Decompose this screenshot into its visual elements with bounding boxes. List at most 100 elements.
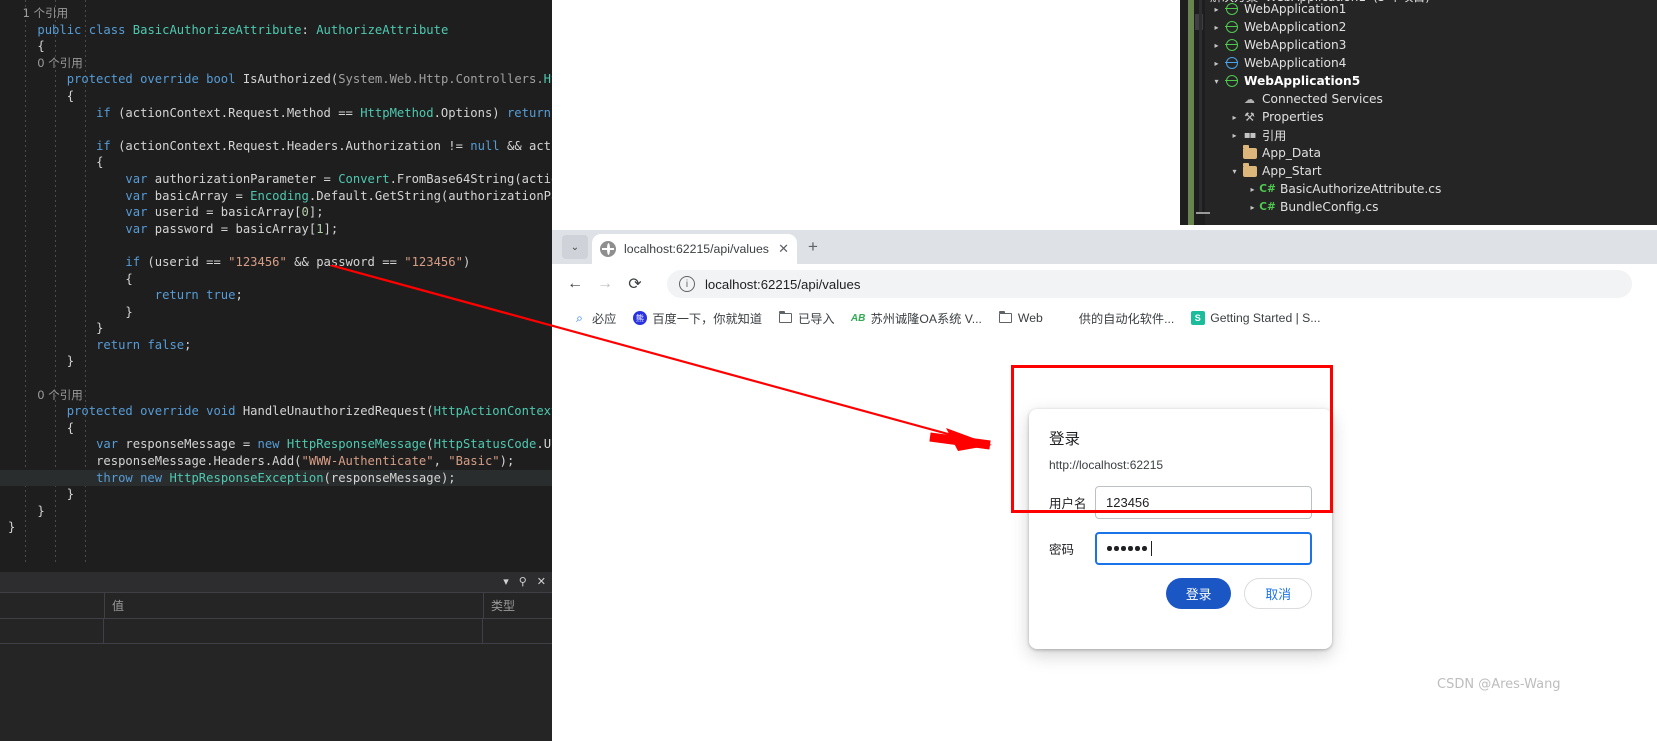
bookmarks-bar[interactable]: ⌕ 必应熊百度一下，你就知道 已导入 AB 苏州诚隆OA系统 V... Web 供的自动化软… (552, 304, 1657, 332)
password-field-row: 密码 (1049, 532, 1312, 565)
solution-tree-item[interactable]: ▸ WebApplication2 (1210, 18, 1657, 36)
solution-tree-item[interactable]: ▸ C# BundleConfig.cs (1210, 198, 1657, 216)
scroll-bottom-marker (1196, 212, 1210, 214)
none (1059, 311, 1074, 326)
chevron-right-icon[interactable]: ▸ (1210, 41, 1223, 50)
chevron-right-icon[interactable]: ▸ (1210, 5, 1223, 14)
solution-tree-item-label: WebApplication4 (1244, 56, 1347, 70)
bookmark-item[interactable]: 已导入 (770, 307, 843, 329)
chevron-right-icon[interactable]: ▸ (1246, 203, 1259, 212)
back-button[interactable]: ← (560, 275, 590, 293)
chevron-right-icon[interactable]: ▸ (1210, 59, 1223, 68)
solution-tree-item[interactable]: ▸ ⚒ Properties (1210, 108, 1657, 126)
web-project-icon (1223, 3, 1240, 15)
login-submit-button[interactable]: 登录 (1165, 578, 1232, 609)
gs-icon: S (1190, 311, 1205, 326)
close-icon[interactable]: ✕ (537, 576, 546, 588)
solution-tree-item[interactable]: ▸ WebApplication1 (1210, 0, 1657, 18)
debug-col-value: 值 (112, 599, 125, 613)
dialog-title: 登录 (1049, 430, 1081, 448)
password-label: 密码 (1049, 542, 1075, 557)
code-line: var password = basicArray[1]; (125, 221, 339, 236)
code-line: var basicArray = Encoding.Default.GetStr… (125, 188, 552, 203)
login-cancel-button[interactable]: 取消 (1244, 578, 1312, 609)
bookmark-item[interactable]: 熊百度一下，你就知道 (624, 307, 770, 329)
chevron-right-icon[interactable]: ▸ (1210, 23, 1223, 32)
bookmark-item[interactable]: 供的自动化软件... (1051, 307, 1182, 329)
solution-tree-item[interactable]: ▸ WebApplication3 (1210, 36, 1657, 54)
address-bar[interactable]: i localhost:62215/api/values (667, 270, 1632, 298)
dialog-origin-url: http://localhost:62215 (1049, 458, 1164, 472)
solution-explorer[interactable]: 解决方案 'WebApplication1' (5 个项目) ▸WebAppli… (1180, 0, 1657, 225)
pin-icon[interactable]: ⚲ (519, 576, 527, 588)
code-line: protected override void HandleUnauthoriz… (66, 404, 552, 419)
tab-search-icon[interactable]: ⌄ (562, 235, 588, 259)
code-line: } (125, 304, 133, 319)
solution-tree-item-label: App_Data (1262, 146, 1322, 160)
watermark: CSDN @Ares-Wang (1437, 677, 1561, 692)
info-icon[interactable]: i (679, 276, 695, 292)
web-project-icon (1223, 75, 1240, 87)
solution-tree-item-label: BundleConfig.cs (1280, 200, 1379, 214)
scroll-marker-bar[interactable] (1188, 0, 1194, 225)
forward-button[interactable]: → (590, 275, 620, 293)
web-project-icon (1223, 39, 1240, 51)
chevron-right-icon[interactable]: ▸ (1228, 131, 1241, 140)
chevron-down-icon[interactable]: ▾ (1210, 77, 1223, 86)
bookmark-item[interactable]: Web (990, 307, 1051, 329)
solution-tree-item[interactable]: ▸ C# BasicAuthorizeAttribute.cs (1210, 180, 1657, 198)
debug-col-type: 类型 (491, 599, 516, 613)
code-line: throw new HttpResponseException(response… (0, 469, 552, 487)
solution-tree-item-label: WebApplication5 (1244, 74, 1361, 88)
code-line: var authorizationParameter = Convert.Fro… (125, 171, 552, 186)
reload-button[interactable]: ⟳ (620, 274, 650, 294)
close-icon[interactable]: ✕ (778, 241, 789, 257)
chevron-right-icon[interactable]: ▸ (1228, 113, 1241, 122)
solution-tree-item-label: WebApplication2 (1244, 20, 1347, 34)
gutter-line (1199, 0, 1202, 214)
text-caret (1151, 541, 1153, 556)
folder-icon (778, 311, 793, 326)
new-tab-button[interactable]: + (808, 238, 818, 255)
code-line: } (96, 321, 104, 336)
solution-tree-item-label: BasicAuthorizeAttribute.cs (1280, 182, 1442, 196)
debug-grid-header: 值 类型 (0, 592, 552, 619)
bookmark-label: Web (1017, 311, 1043, 325)
browser-tab[interactable]: localhost:62215/api/values ✕ (592, 234, 797, 264)
code-line: } (66, 354, 75, 369)
username-input[interactable] (1095, 486, 1312, 519)
code-line: { (37, 39, 45, 54)
folder-open-icon (1241, 163, 1258, 177)
code-editor[interactable]: 1 个引用 public class BasicAuthorizeAttribu… (0, 0, 552, 565)
code-line: if (actionContext.Request.Method == Http… (96, 105, 551, 120)
chevron-down-icon[interactable]: ▾ (1228, 167, 1241, 176)
folder-icon (1241, 145, 1258, 159)
ab-icon: AB (850, 312, 866, 324)
bookmark-label: 已导入 (798, 312, 835, 326)
browser-tabstrip: ⌄ localhost:62215/api/values ✕ + (552, 230, 1657, 264)
bookmark-label: 苏州诚隆OA系统 V... (870, 312, 982, 326)
browser-window: ⌄ localhost:62215/api/values ✕ + ← → ⟳ i… (552, 230, 1657, 741)
login-dialog[interactable]: 登录 http://localhost:62215 用户名 密码 登录 取消 (1029, 409, 1332, 649)
browser-toolbar: ← → ⟳ i localhost:62215/api/values (552, 264, 1657, 304)
wrench-icon: ⚒ (1244, 110, 1255, 124)
debug-grid-row[interactable] (0, 619, 552, 644)
solution-tree-item[interactable]: ▾ WebApplication5 (1210, 72, 1657, 90)
bookmark-item[interactable]: ⌕ 必应 (564, 307, 624, 329)
solution-tree-item[interactable]: App_Data (1210, 144, 1657, 162)
bookmark-item[interactable]: S Getting Started | S... (1182, 307, 1328, 329)
code-line: 0 个引用 (8, 387, 83, 402)
solution-tree[interactable]: ▸ WebApplication1 ▸ WebApplication2 ▸ WebAppl… (1210, 0, 1657, 216)
solution-tree-item[interactable]: ☁ Connected Services (1210, 90, 1657, 108)
password-input[interactable] (1095, 532, 1312, 565)
debug-grid-body (0, 644, 552, 741)
chevron-down-icon[interactable]: ▾ (503, 576, 509, 588)
chevron-right-icon[interactable]: ▸ (1246, 185, 1259, 194)
solution-tree-item[interactable]: ▸ ▪▪ 引用 (1210, 126, 1657, 144)
code-line: { (66, 420, 75, 435)
tab-title: localhost:62215/api/values (624, 242, 769, 256)
bookmark-item[interactable]: AB 苏州诚隆OA系统 V... (843, 307, 990, 329)
solution-tree-item[interactable]: ▸ WebApplication4 (1210, 54, 1657, 72)
solution-tree-item[interactable]: ▾ App_Start (1210, 162, 1657, 180)
code-line: { (66, 88, 75, 103)
